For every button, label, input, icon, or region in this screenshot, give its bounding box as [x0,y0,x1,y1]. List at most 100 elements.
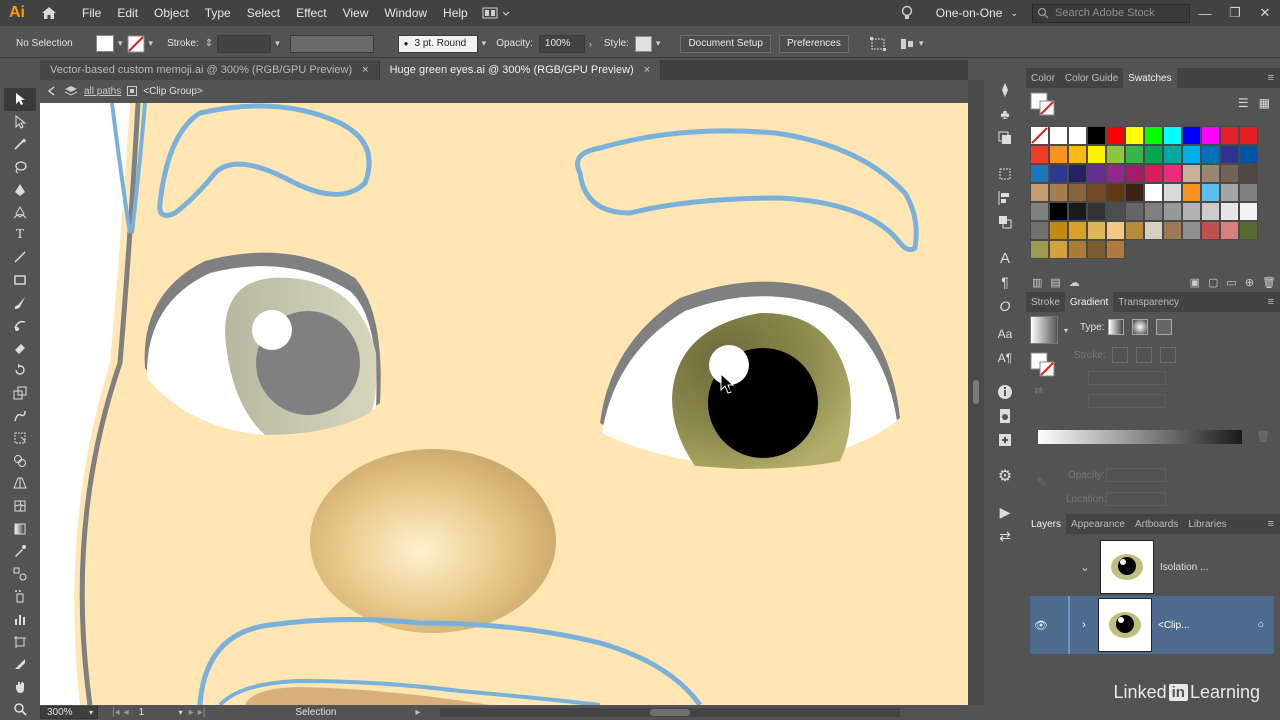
color-swatch[interactable] [1239,221,1258,240]
menu-file[interactable]: File [74,6,109,20]
linear-gradient-icon[interactable] [1108,319,1124,335]
tab-transparency[interactable]: Transparency [1113,292,1184,312]
align-panel-icon[interactable] [988,186,1022,210]
color-swatch[interactable] [1182,221,1201,240]
horizontal-scrollbar[interactable] [440,708,901,717]
stroke-along-icon[interactable] [1136,347,1152,363]
style-swatch[interactable] [634,35,652,52]
document-info-icon[interactable] [988,404,1022,428]
color-swatch[interactable] [1182,183,1201,202]
symbols-icon[interactable]: ♣ [988,102,1022,126]
right-eye-highlight[interactable] [709,345,749,385]
color-swatch[interactable] [1220,145,1239,164]
stroke-stepper-icon[interactable]: ⇕ [205,38,213,49]
panel-menu-icon[interactable]: ≡ [1268,514,1280,534]
variable-width-field[interactable] [289,34,374,53]
layer-row-selected[interactable]: 👁 › <Clip... ○ [1030,596,1274,654]
color-swatch[interactable] [1163,164,1182,183]
color-swatch[interactable] [1030,240,1049,259]
stroke-weight-dropdown-icon[interactable]: ▾ [275,38,280,49]
line-tool-icon[interactable] [4,246,36,269]
eyedropper-icon[interactable]: ✎ [1036,474,1048,491]
pen-tool-icon[interactable] [4,178,36,201]
menu-object[interactable]: Object [146,6,197,20]
color-swatch[interactable] [1220,126,1239,145]
magic-wand-tool-icon[interactable] [4,133,36,156]
scale-tool-icon[interactable] [4,382,36,405]
direct-selection-tool-icon[interactable] [4,111,36,134]
color-swatch[interactable] [1201,145,1220,164]
back-arrow-icon[interactable] [46,85,58,97]
brush-field[interactable]: ● 3 pt. Round [397,34,478,53]
menu-type[interactable]: Type [197,6,239,20]
stroke-weight-field[interactable] [217,34,272,53]
color-swatch[interactable] [1182,164,1201,183]
color-swatch[interactable] [1125,126,1144,145]
breadcrumb-clip-group[interactable]: <Clip Group> [143,86,202,97]
color-swatch[interactable] [1163,145,1182,164]
artboard-number[interactable]: 1 [139,707,179,718]
curvature-tool-icon[interactable] [4,201,36,224]
brush-dropdown-icon[interactable]: ▾ [482,38,487,49]
color-swatch[interactable] [1201,126,1220,145]
radial-gradient-icon[interactable] [1132,319,1148,335]
nose[interactable] [310,449,556,633]
color-swatch[interactable] [1068,145,1087,164]
color-swatch[interactable] [1087,145,1106,164]
symbol-sprayer-tool-icon[interactable] [4,585,36,608]
color-swatch[interactable] [1106,126,1125,145]
home-icon[interactable] [34,6,64,20]
swatch-libraries-icon[interactable]: ▥ [1032,276,1042,289]
first-artboard-icon[interactable]: |◂ [112,707,120,718]
menu-help[interactable]: Help [435,6,476,20]
color-swatch[interactable] [1144,183,1163,202]
opacity-field[interactable]: 100% [538,34,585,53]
right-eyebrow[interactable] [575,128,919,253]
shaper-tool-icon[interactable] [4,314,36,337]
menu-edit[interactable]: Edit [109,6,146,20]
color-swatch[interactable] [1144,202,1163,221]
style-dropdown-icon[interactable]: ▾ [656,38,661,49]
none-swatch[interactable] [1030,126,1049,145]
stock-search-input[interactable]: Search Adobe Stock [1032,3,1190,23]
color-swatch[interactable] [1030,183,1049,202]
gradient-tool-icon[interactable] [4,517,36,540]
css-properties-icon[interactable]: ⇄ [988,524,1022,548]
color-swatch[interactable] [1220,221,1239,240]
freeform-gradient-icon[interactable] [1156,319,1172,335]
tab-libraries[interactable]: Libraries [1183,514,1231,534]
blend-tool-icon[interactable] [4,562,36,585]
color-swatch[interactable] [1087,126,1106,145]
left-eyebrow[interactable] [157,103,372,218]
color-swatch[interactable] [1030,221,1049,240]
column-graph-tool-icon[interactable] [4,608,36,631]
menu-select[interactable]: Select [239,6,288,20]
color-swatch[interactable] [1068,183,1087,202]
breadcrumb-all-paths[interactable]: all paths [84,86,121,97]
brushes-icon[interactable] [988,78,1022,102]
color-swatch[interactable] [1068,126,1087,145]
stroke-swatch-icon[interactable] [127,35,145,53]
glyphs-icon[interactable]: Aa [988,322,1022,346]
vertical-scrollbar[interactable] [968,80,984,705]
rotate-tool-icon[interactable] [4,359,36,382]
color-swatch[interactable] [1125,202,1144,221]
previous-artboard-icon[interactable]: ◂ [124,707,129,718]
character-icon[interactable]: A [988,246,1022,270]
slice-tool-icon[interactable] [4,653,36,676]
color-swatch[interactable] [1030,145,1049,164]
type-tool-icon[interactable]: T [4,224,36,247]
menu-window[interactable]: Window [376,6,435,20]
color-swatch[interactable] [1144,164,1163,183]
actions-play-icon[interactable]: ▶ [988,500,1022,524]
close-icon[interactable]: ✕ [1250,5,1280,21]
lightbulb-icon[interactable] [892,5,922,21]
tab-swatches[interactable]: Swatches [1123,68,1177,88]
left-eye-highlight[interactable] [252,310,292,350]
new-folder-icon[interactable]: ▭ [1226,276,1236,289]
tab-huge-green-eyes[interactable]: Huge green eyes.ai @ 300% (RGB/GPU Previ… [379,60,662,80]
color-swatch[interactable] [1125,183,1144,202]
color-swatch[interactable] [1049,145,1068,164]
color-swatch[interactable] [1087,240,1106,259]
paragraph-icon[interactable]: ¶ [988,270,1022,294]
